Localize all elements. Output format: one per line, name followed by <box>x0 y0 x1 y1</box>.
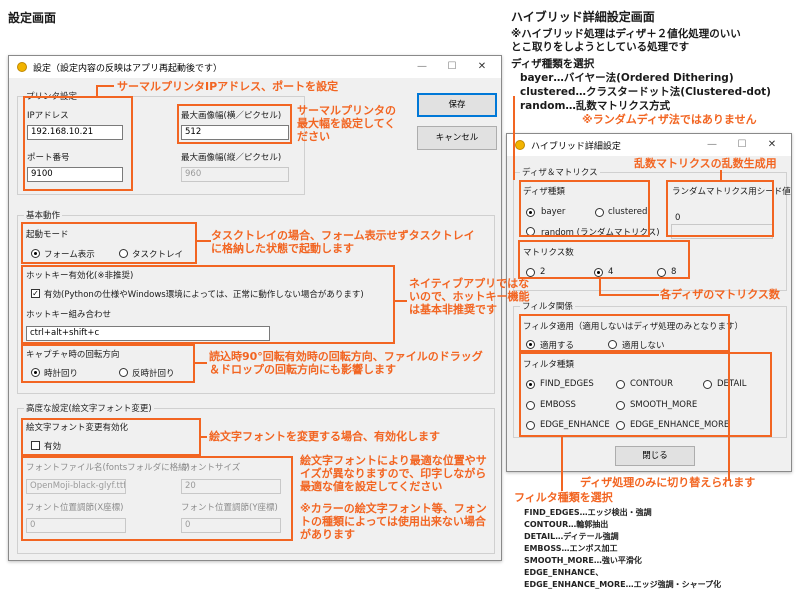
minimize-button[interactable]: — <box>407 56 437 78</box>
connector-matrix-size <box>599 279 601 295</box>
connector-dither-type <box>513 96 515 180</box>
highlight-emoji-font-settings <box>21 456 293 541</box>
connector-printer-ip-port <box>96 85 114 87</box>
connector-seed <box>720 170 722 180</box>
connector-emoji-enable <box>199 436 207 438</box>
filter-desc-edge-enhance: EDGE_ENHANCE、 <box>524 568 604 577</box>
filter-desc-contour: CONTOUR…輪郭抽出 <box>524 520 609 529</box>
highlight-printer-ip-port <box>23 96 133 191</box>
note-printer-ip-port: サーマルプリンタIPアドレス、ポートを設定 <box>117 80 339 93</box>
hybrid-screen-heading: ハイブリッド詳細設定画面 <box>511 10 655 24</box>
note-rotation-2: ＆ドロップの回転方向にも影響します <box>209 363 396 376</box>
note-max-width-2: 最大幅を設定してく <box>297 117 396 130</box>
settings-screen-heading: 設定画面 <box>8 11 57 25</box>
filter-desc-smooth-more: SMOOTH_MORE…強い平滑化 <box>524 556 642 565</box>
note-hotkey-1: ネイティブアプリではな <box>409 277 530 290</box>
cancel-button[interactable]: キャンセル <box>417 126 497 150</box>
app-icon <box>515 140 525 150</box>
note-dither-bayer: bayer…バイヤー法(Ordered Dithering) <box>520 72 734 84</box>
maximize-button[interactable]: ☐ <box>437 56 467 78</box>
maximize-button[interactable]: ☐ <box>727 134 757 156</box>
hybrid-note-line2: とこ取りをしようとしている処理です <box>511 41 690 53</box>
highlight-startup-mode <box>21 222 197 264</box>
filter-desc-emboss: EMBOSS…エンボス加工 <box>524 544 618 553</box>
highlight-filter-apply <box>519 314 730 352</box>
basic-group-label: 基本動作 <box>24 209 63 221</box>
highlight-matrix-size <box>518 240 690 279</box>
highlight-hotkey <box>21 265 395 344</box>
app-icon <box>17 62 27 72</box>
save-button[interactable]: 保存 <box>417 93 497 117</box>
note-emoji-pos-2: イズが異なりますので、印字しながら <box>300 467 487 480</box>
note-dither-random: random…乱数マトリクス方式 <box>520 100 671 112</box>
close-window-button[interactable]: ✕ <box>757 134 787 156</box>
filter-desc-detail: DETAIL…ディテール強調 <box>524 532 619 541</box>
note-max-width-1: サーマルプリンタの <box>297 104 396 117</box>
note-tasktray-1: タスクトレイの場合、フォーム表示せずタスクトレイ <box>211 229 475 242</box>
note-emoji-color-2: トの種類によっては使用出来ない場合 <box>300 515 486 528</box>
note-filter-apply: ディザ処理のみに切り替えられます <box>580 476 756 489</box>
note-emoji-pos-1: 絵文字フォントにより最適な位置やサ <box>300 454 487 467</box>
hybrid-window-title: ハイブリッド詳細設定 <box>531 142 621 152</box>
note-dither-random-note: ※ランダムディザ法ではありません <box>582 113 757 126</box>
note-emoji-enable: 絵文字フォントを変更する場合、有効化します <box>209 430 440 443</box>
close-button[interactable]: 閉じる <box>615 446 695 466</box>
max-height-label: 最大画像幅(縦／ピクセル) <box>181 153 282 163</box>
note-dither-clustered: clustered…クラスタードット法(Clustered-dot) <box>520 86 771 98</box>
note-tasktray-2: に格納した状態で起動します <box>211 242 354 255</box>
highlight-max-width <box>177 104 292 144</box>
highlight-emoji-enable <box>21 418 201 456</box>
highlight-filter-type <box>519 352 772 437</box>
note-emoji-pos-3: 最適な値を設定してください <box>300 480 443 493</box>
connector-startup-mode <box>195 240 211 242</box>
note-seed: 乱数マトリクスの乱数生成用 <box>634 157 777 170</box>
note-matrix-size: 各ディザのマトリクス数 <box>660 288 780 301</box>
note-emoji-color-3: があります <box>300 528 355 541</box>
note-dither-type-title: ディザ種類を選択 <box>511 58 595 70</box>
close-window-button[interactable]: ✕ <box>467 56 497 78</box>
note-hotkey-2: いので、ホットキー機能 <box>409 290 530 303</box>
filter-desc-edge-enhance-more: EDGE_ENHANCE_MORE…エッジ強調・シャープ化 <box>524 580 722 589</box>
highlight-rotation <box>21 344 195 383</box>
note-emoji-color-1: ※カラーの絵文字フォント等、フォン <box>300 502 487 515</box>
connector-matrix-size <box>599 294 659 296</box>
connector-filter-type <box>561 437 563 491</box>
connector-hotkey <box>393 300 407 302</box>
note-filter-select-title: フィルタ種類を選択 <box>514 491 613 504</box>
note-hotkey-3: は基本非推奨です <box>409 303 497 316</box>
note-max-width-3: ださい <box>297 130 330 143</box>
dither-group-label: ディザ＆マトリクス <box>520 166 600 178</box>
note-rotation-1: 読込時90°回転有効時の回転方向、ファイルのドラッグ <box>209 350 483 363</box>
filter-desc-find-edges: FIND_EDGES…エッジ検出・強調 <box>524 508 652 517</box>
advanced-group-label: 高度な設定(絵文字フォント変更) <box>24 402 154 414</box>
highlight-seed <box>666 180 774 237</box>
minimize-button[interactable]: — <box>697 134 727 156</box>
max-height-input: 960 <box>181 167 289 182</box>
connector-filter-apply <box>728 333 730 481</box>
settings-window-title: 設定（設定内容の反映はアプリ再起動後です） <box>33 64 223 74</box>
hybrid-titlebar: ハイブリッド詳細設定 — ☐ ✕ <box>507 134 791 156</box>
highlight-dither-type <box>519 180 650 237</box>
settings-titlebar: 設定（設定内容の反映はアプリ再起動後です） — ☐ ✕ <box>9 56 501 78</box>
connector-rotation <box>193 362 207 364</box>
